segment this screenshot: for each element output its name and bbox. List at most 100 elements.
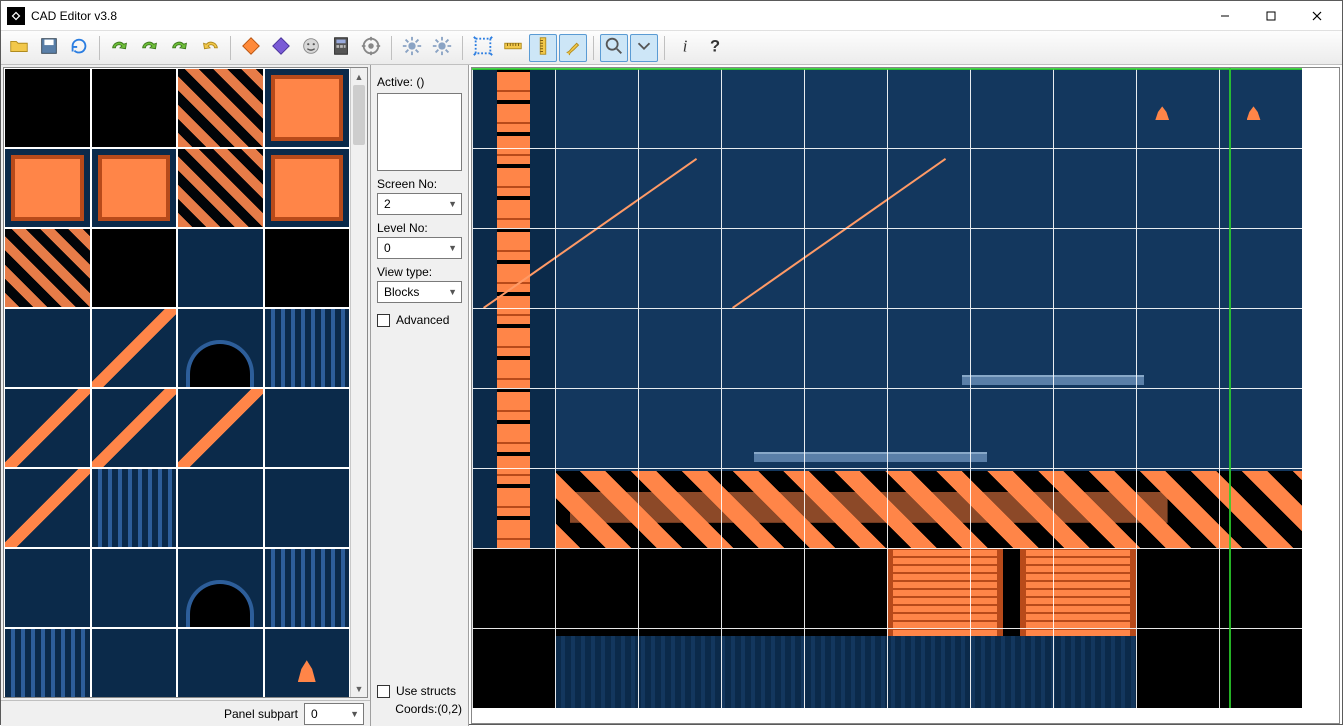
help-icon: ? (704, 35, 726, 60)
screen-no-select[interactable]: 2 ▼ (377, 193, 462, 215)
save-button[interactable] (35, 34, 63, 62)
open-icon (8, 35, 30, 60)
level-canvas-viewport (471, 67, 1340, 724)
select-all-icon (472, 35, 494, 60)
ruler-icon (502, 35, 524, 60)
svg-text:i: i (683, 37, 688, 56)
refresh-button[interactable] (65, 34, 93, 62)
palette-tile[interactable] (4, 388, 91, 468)
close-button[interactable] (1294, 1, 1340, 31)
brush-icon (562, 35, 584, 60)
open-button[interactable] (5, 34, 33, 62)
tile-palette-panel: ▲ ▼ Panel subpart 0 ▼ (1, 65, 371, 726)
help-button[interactable]: ? (701, 34, 729, 62)
use-structs-label: Use structs (396, 684, 456, 698)
palette-tile[interactable] (4, 308, 91, 388)
advanced-checkbox[interactable]: Advanced (377, 313, 462, 327)
palette-tile[interactable] (177, 628, 264, 697)
gear2-icon (431, 35, 453, 60)
window-title: CAD Editor v3.8 (31, 9, 117, 23)
ruler-vert-button[interactable] (529, 34, 557, 62)
ruler-button[interactable] (499, 34, 527, 62)
smiley-button[interactable] (297, 34, 325, 62)
palette-tile[interactable] (4, 548, 91, 628)
redo-1-button[interactable] (106, 34, 134, 62)
use-structs-checkbox[interactable]: Use structs (377, 684, 462, 698)
palette-tile[interactable] (177, 68, 264, 148)
tile-palette[interactable] (4, 68, 350, 697)
redo-2-button[interactable] (136, 34, 164, 62)
diamond-purple-button[interactable] (267, 34, 295, 62)
svg-text:?: ? (710, 38, 720, 56)
gear-icon (401, 35, 423, 60)
zoom-dropdown-button[interactable] (630, 34, 658, 62)
zoom-button[interactable] (600, 34, 628, 62)
palette-tile[interactable] (4, 628, 91, 697)
gear2-button[interactable] (428, 34, 456, 62)
palette-tile[interactable] (91, 308, 178, 388)
palette-tile[interactable] (264, 308, 351, 388)
active-tile-preview (377, 93, 462, 171)
screen-no-label: Screen No: (377, 177, 462, 191)
palette-tile[interactable] (91, 468, 178, 548)
palette-tile[interactable] (91, 148, 178, 228)
undo-button[interactable] (196, 34, 224, 62)
toolbar: i? (1, 31, 1342, 65)
panel-subpart-value: 0 (311, 707, 318, 721)
diamond-purple-icon (270, 35, 292, 60)
palette-tile[interactable] (264, 388, 351, 468)
gear-button[interactable] (398, 34, 426, 62)
panel-subpart-select[interactable]: 0 ▼ (304, 703, 364, 725)
chevron-down-icon: ▼ (448, 243, 457, 253)
palette-tile[interactable] (4, 148, 91, 228)
palette-footer: Panel subpart 0 ▼ (1, 700, 370, 726)
palette-tile[interactable] (264, 628, 351, 697)
scroll-up-arrow[interactable]: ▲ (351, 68, 367, 85)
chevron-down-icon: ▼ (350, 709, 359, 719)
palette-tile[interactable] (4, 68, 91, 148)
minimize-button[interactable] (1202, 1, 1248, 31)
palette-tile[interactable] (264, 468, 351, 548)
level-no-label: Level No: (377, 221, 462, 235)
brush-button[interactable] (559, 34, 587, 62)
palette-tile[interactable] (91, 68, 178, 148)
refresh-icon (68, 35, 90, 60)
palette-tile[interactable] (177, 548, 264, 628)
selection-line-horizontal (472, 68, 1302, 70)
diamond-orange-button[interactable] (237, 34, 265, 62)
scroll-down-arrow[interactable]: ▼ (351, 680, 367, 697)
info-button[interactable]: i (671, 34, 699, 62)
calculator-button[interactable] (327, 34, 355, 62)
palette-tile[interactable] (177, 468, 264, 548)
palette-tile[interactable] (91, 228, 178, 308)
palette-tile[interactable] (264, 548, 351, 628)
target-button[interactable] (357, 34, 385, 62)
chevron-down-icon: ▼ (448, 287, 457, 297)
palette-tile[interactable] (91, 388, 178, 468)
palette-tile[interactable] (264, 148, 351, 228)
palette-tile[interactable] (177, 308, 264, 388)
palette-tile[interactable] (4, 228, 91, 308)
scroll-thumb[interactable] (353, 85, 365, 145)
palette-tile[interactable] (264, 68, 351, 148)
select-all-button[interactable] (469, 34, 497, 62)
palette-scrollbar[interactable]: ▲ ▼ (350, 68, 367, 697)
level-no-select[interactable]: 0 ▼ (377, 237, 462, 259)
view-type-label: View type: (377, 265, 462, 279)
palette-tile[interactable] (177, 388, 264, 468)
palette-tile[interactable] (177, 148, 264, 228)
level-canvas[interactable] (472, 68, 1302, 708)
maximize-button[interactable] (1248, 1, 1294, 31)
coords-readout: Coords:(0,2) (377, 698, 462, 722)
diamond-orange-icon (240, 35, 262, 60)
palette-tile[interactable] (4, 468, 91, 548)
smiley-icon (300, 35, 322, 60)
palette-tile[interactable] (177, 228, 264, 308)
redo-2-icon (139, 35, 161, 60)
palette-tile[interactable] (264, 228, 351, 308)
palette-tile[interactable] (91, 628, 178, 697)
view-type-select[interactable]: Blocks ▼ (377, 281, 462, 303)
palette-tile[interactable] (91, 548, 178, 628)
redo-3-button[interactable] (166, 34, 194, 62)
screen-no-value: 2 (384, 197, 391, 211)
